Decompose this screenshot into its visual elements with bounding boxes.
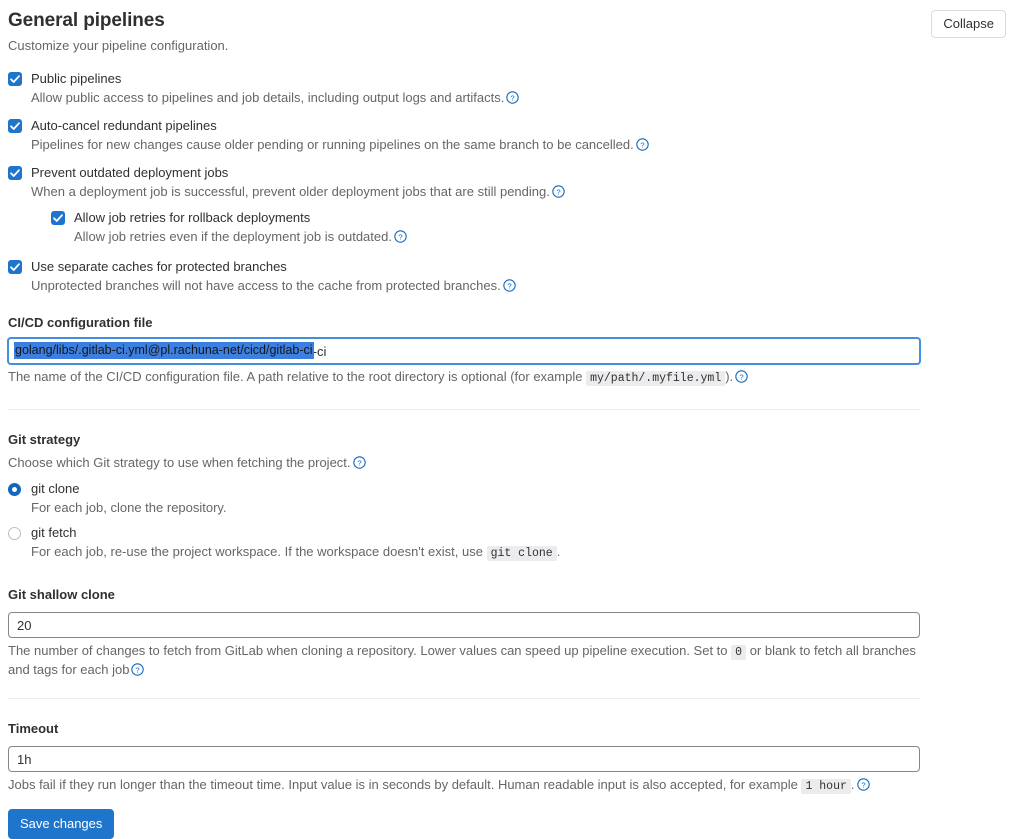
git-shallow-clone-input[interactable] [8,612,920,638]
checkbox-description-text: When a deployment job is successful, pre… [31,184,550,199]
checkbox-description-text: Allow public access to pipelines and job… [31,90,505,105]
pipeline-options-group: Public pipelines Allow public access to … [0,71,1012,294]
section-divider [8,698,920,699]
timeout-help: Jobs fail if they run longer than the ti… [8,776,923,795]
git-strategy-description: Choose which Git strategy to use when fe… [8,454,923,471]
checkbox-label: Prevent outdated deployment jobs [31,165,229,180]
help-icon[interactable]: ? [394,230,407,243]
cicd-configuration-file-label: CI/CD configuration file [8,315,153,330]
checkbox-label: Auto-cancel redundant pipelines [31,118,217,133]
section-divider [8,409,920,410]
radio-description-after: . [556,544,561,559]
git-strategy-description-text: Choose which Git strategy to use when fe… [8,455,351,470]
timeout-input[interactable] [8,746,920,772]
checkbox-description: Pipelines for new changes cause older pe… [31,136,1012,153]
checkbox-label: Allow job retries for rollback deploymen… [74,210,311,225]
checkmark-icon[interactable] [8,260,22,274]
checkbox-row-use-separate-caches-for-protected-branches[interactable]: Use separate caches for protected branch… [8,259,1012,294]
help-icon[interactable]: ? [856,778,870,791]
help-text-after: . [850,777,855,792]
svg-text:?: ? [556,187,560,196]
radio-description-before: For each job, re-use the project workspa… [31,544,483,559]
timeout-input-wrap [8,746,926,772]
radio-row-git-fetch[interactable]: git fetch For each job, re-use the proje… [8,525,1012,562]
help-icon[interactable]: ? [502,279,516,292]
checkbox-row-public-pipelines[interactable]: Public pipelines Allow public access to … [8,71,1012,106]
help-icon[interactable]: ? [552,185,565,198]
checkbox-description-text: Allow job retries even if the deployment… [74,229,392,244]
checkmark-icon[interactable] [8,72,22,86]
cicd-configuration-file-input-wrap: golang/libs/.gitlab-ci.yml@pl.rachuna-ne… [8,338,926,364]
help-icon[interactable]: ? [352,456,366,469]
radio-description: For each job, re-use the project workspa… [31,543,1012,562]
svg-text:?: ? [640,140,644,149]
checkbox-label: Use separate caches for protected branch… [31,259,287,274]
help-icon[interactable]: ? [636,138,649,151]
help-icon[interactable]: ? [131,663,145,676]
cicd-configuration-file-section: CI/CD configuration file golang/libs/.gi… [0,314,1012,387]
code-chip-one-hour: 1 hour [801,779,851,794]
checkbox-description: Allow job retries even if the deployment… [74,228,1012,245]
svg-text:?: ? [357,458,361,467]
code-chip-zero: 0 [731,645,747,660]
code-chip-git-clone: git clone [486,546,557,561]
git-shallow-clone-section: Git shallow clone The number of changes … [0,586,1012,678]
git-shallow-clone-label: Git shallow clone [8,587,115,602]
git-shallow-clone-help: The number of changes to fetch from GitL… [8,642,923,678]
checkbox-description-text: Unprotected branches will not have acces… [31,278,501,293]
checkbox-description: Allow public access to pipelines and job… [31,89,1012,106]
git-shallow-clone-input-wrap [8,612,926,638]
radio-row-git-clone[interactable]: git clone For each job, clone the reposi… [8,481,1012,516]
checkmark-icon[interactable] [8,119,22,133]
help-text-before: The number of changes to fetch from GitL… [8,643,728,658]
help-icon[interactable]: ? [735,370,748,383]
code-chip-my-path: my/path/.myfile.yml [586,371,726,386]
collapse-button[interactable]: Collapse [931,10,1006,38]
svg-text:?: ? [136,665,140,674]
svg-text:?: ? [507,281,511,290]
help-icon[interactable]: ? [506,91,520,104]
save-changes-button[interactable]: Save changes [8,809,115,839]
timeout-section: Timeout Jobs fail if they run longer tha… [0,720,1012,795]
page-title: General pipelines [8,10,165,31]
help-text-before: The name of the CI/CD configuration file… [8,369,583,384]
help-text-before: Jobs fail if they run longer than the ti… [8,777,798,792]
radio-label: git clone [31,481,80,496]
checkbox-row-allow-job-retries-for-rollback-deployments[interactable]: Allow job retries for rollback deploymen… [51,210,1012,245]
svg-text:?: ? [511,93,515,102]
svg-text:?: ? [740,372,744,381]
general-pipelines-settings-panel: General pipelines Customize your pipelin… [0,0,1012,839]
git-strategy-label: Git strategy [8,432,81,447]
page-subtitle: Customize your pipeline configuration. [8,38,229,53]
checkmark-icon[interactable] [51,211,65,225]
checkbox-description: Unprotected branches will not have acces… [31,277,1012,294]
checkbox-description-text: Pipelines for new changes cause older pe… [31,137,634,152]
git-strategy-section: Git strategy Choose which Git strategy t… [0,431,1012,562]
help-text-after: ). [725,369,734,384]
cicd-configuration-file-help: The name of the CI/CD configuration file… [8,368,923,387]
checkbox-row-auto-cancel-redundant-pipelines[interactable]: Auto-cancel redundant pipelines Pipeline… [8,118,1012,153]
timeout-label: Timeout [8,721,59,736]
radio-label: git fetch [31,525,77,540]
svg-text:?: ? [861,780,865,789]
form-actions: Save changes [0,809,1012,839]
radio-selected-icon[interactable] [8,483,21,496]
radio-unselected-icon[interactable] [8,527,21,540]
checkbox-description: When a deployment job is successful, pre… [31,183,1012,200]
svg-text:?: ? [398,232,402,241]
panel-header: General pipelines Customize your pipelin… [0,0,1012,54]
checkmark-icon[interactable] [8,166,22,180]
checkbox-row-prevent-outdated-deployment-jobs[interactable]: Prevent outdated deployment jobs When a … [8,165,1012,245]
radio-description: For each job, clone the repository. [31,500,227,515]
checkbox-label: Public pipelines [31,71,122,86]
cicd-configuration-file-input[interactable] [8,338,920,364]
